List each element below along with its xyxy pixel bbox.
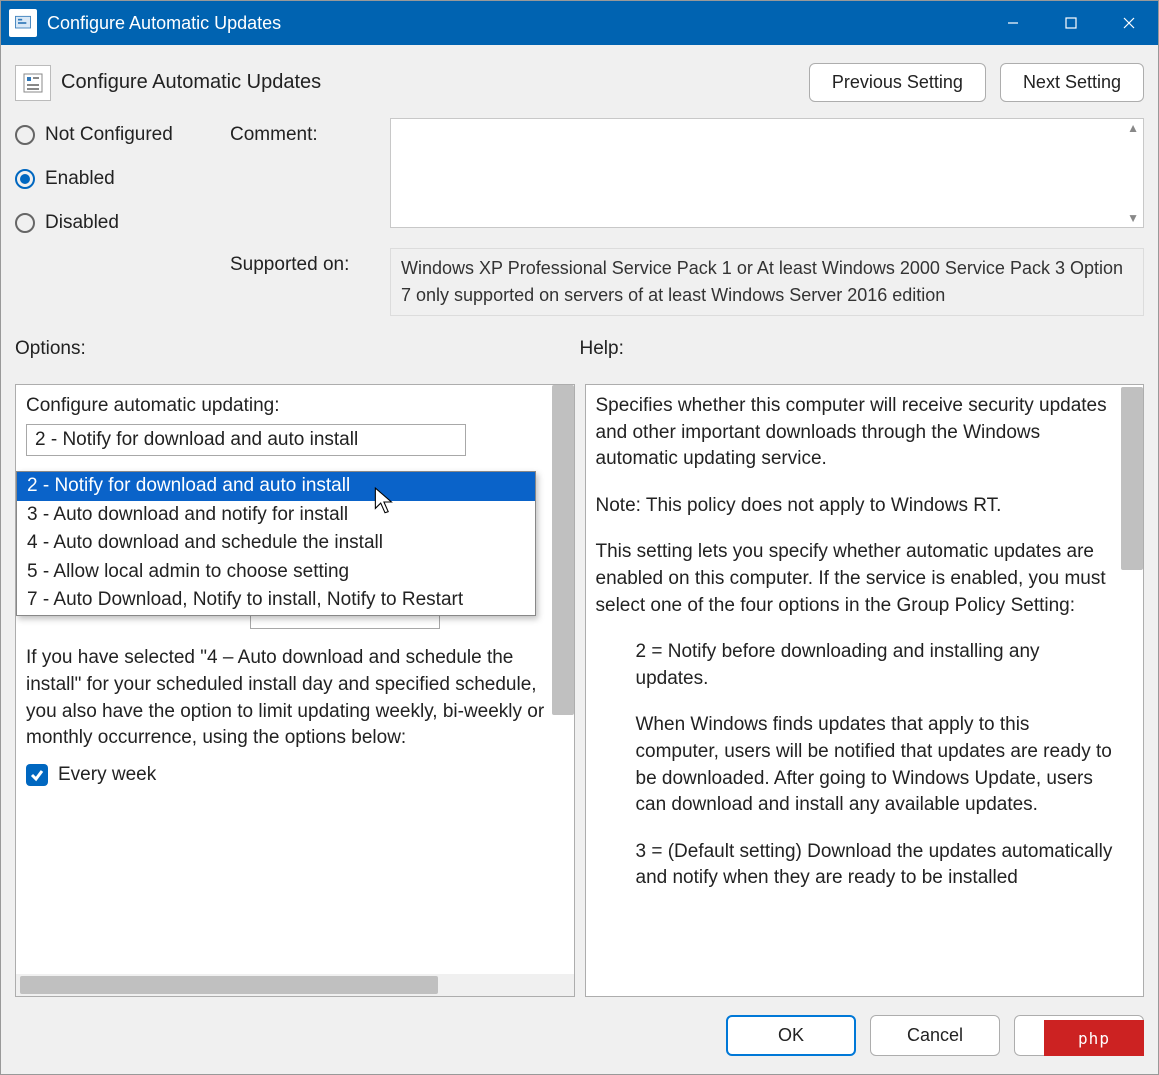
help-option-2-desc: When Windows finds updates that apply to… (596, 712, 1116, 818)
radio-icon (15, 169, 35, 189)
minimize-button[interactable] (984, 1, 1042, 45)
policy-editor-window: Configure Automatic Updates Configure Au… (0, 0, 1159, 1075)
supported-on-label: Supported on: (230, 248, 390, 316)
comment-textbox[interactable]: ▲ ▼ (390, 118, 1144, 228)
horizontal-scrollbar-track[interactable] (16, 974, 574, 996)
radio-icon (15, 213, 35, 233)
options-panel: Configure automatic updating: 2 - Notify… (15, 384, 575, 997)
horizontal-scrollbar-thumb[interactable] (20, 976, 438, 994)
help-panel: Specifies whether this computer will rec… (585, 384, 1145, 997)
radio-not-configured[interactable]: Not Configured (15, 124, 230, 146)
help-option-2: 2 = Notify before downloading and instal… (596, 639, 1116, 692)
close-button[interactable] (1100, 1, 1158, 45)
dropdown-option[interactable]: 3 - Auto download and notify for install (17, 501, 535, 530)
help-option-3: 3 = (Default setting) Download the updat… (596, 839, 1116, 892)
configure-updating-label: Configure automatic updating: (26, 393, 546, 420)
previous-setting-button[interactable]: Previous Setting (809, 63, 986, 102)
checkbox-checked-icon (26, 764, 48, 786)
dropdown-option[interactable]: 2 - Notify for download and auto install (17, 472, 535, 501)
configure-updating-dropdown[interactable]: 2 - Notify for download and auto install… (16, 471, 536, 616)
radio-icon (15, 125, 35, 145)
watermark-badge: php (1044, 1020, 1144, 1056)
dialog-footer: OK Cancel Apply (1, 997, 1158, 1074)
radio-enabled[interactable]: Enabled (15, 168, 230, 190)
radio-label: Not Configured (45, 124, 173, 146)
maximize-button[interactable] (1042, 1, 1100, 45)
dropdown-option[interactable]: 5 - Allow local admin to choose setting (17, 558, 535, 587)
comment-label: Comment: (230, 118, 390, 234)
dropdown-option[interactable]: 4 - Auto download and schedule the insta… (17, 529, 535, 558)
scroll-down-icon[interactable]: ▼ (1127, 211, 1139, 225)
titlebar: Configure Automatic Updates (1, 1, 1158, 45)
window-title: Configure Automatic Updates (47, 13, 281, 34)
help-section-label: Help: (580, 338, 624, 360)
app-icon (9, 9, 37, 37)
page-title: Configure Automatic Updates (61, 71, 321, 94)
every-week-checkbox[interactable]: Every week (26, 762, 546, 789)
ok-button[interactable]: OK (726, 1015, 856, 1056)
help-paragraph: This setting lets you specify whether au… (596, 539, 1116, 619)
options-note-text: If you have selected "4 – Auto download … (26, 645, 546, 751)
help-paragraph: Note: This policy does not apply to Wind… (596, 493, 1116, 520)
policy-icon (15, 65, 51, 101)
options-section-label: Options: (15, 338, 580, 360)
help-paragraph: Specifies whether this computer will rec… (596, 393, 1116, 473)
supported-on-text: Windows XP Professional Service Pack 1 o… (390, 248, 1144, 316)
configure-updating-select[interactable]: 2 - Notify for download and auto install (26, 424, 466, 457)
header: Configure Automatic Updates Previous Set… (1, 45, 1158, 112)
vertical-scrollbar[interactable] (1121, 387, 1143, 570)
state-radio-group: Not Configured Enabled Disabled (15, 118, 230, 234)
vertical-scrollbar[interactable] (552, 385, 574, 715)
radio-label: Disabled (45, 212, 119, 234)
next-setting-button[interactable]: Next Setting (1000, 63, 1144, 102)
radio-disabled[interactable]: Disabled (15, 212, 230, 234)
every-week-label: Every week (58, 762, 156, 789)
cancel-button[interactable]: Cancel (870, 1015, 1000, 1056)
scroll-up-icon[interactable]: ▲ (1127, 121, 1139, 135)
dropdown-option[interactable]: 7 - Auto Download, Notify to install, No… (17, 586, 535, 615)
radio-label: Enabled (45, 168, 115, 190)
